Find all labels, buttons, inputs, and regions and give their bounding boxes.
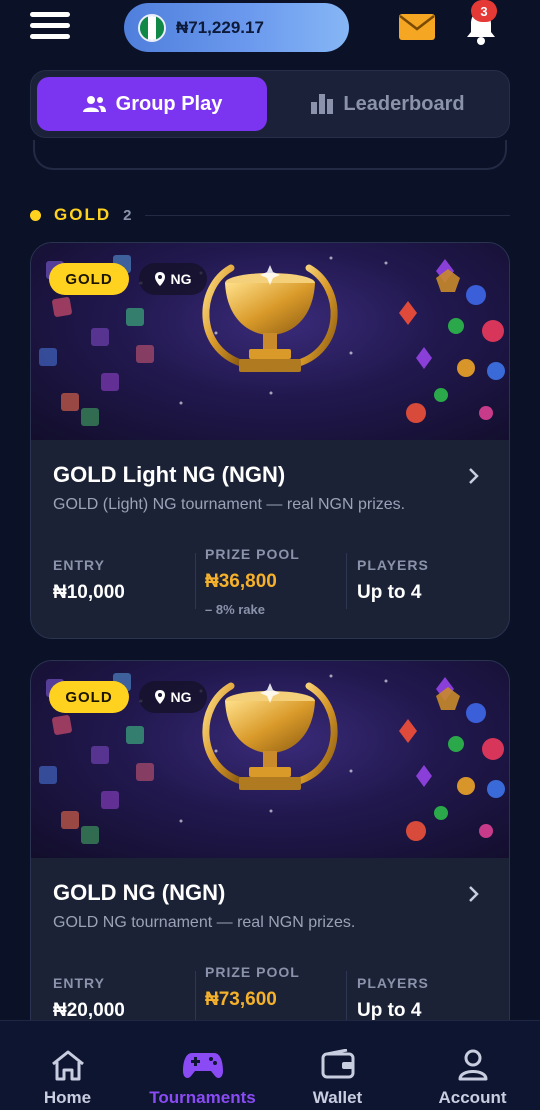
entry-value: ₦20,000 <box>53 1000 125 1021</box>
nav-home[interactable]: Home <box>0 1021 135 1110</box>
tier-badge: GOLD <box>49 681 129 713</box>
section-dot <box>30 209 41 221</box>
divider <box>145 214 510 216</box>
section-count: 2 <box>123 206 132 224</box>
prize-pool-label: PRIZE POOL <box>205 964 300 980</box>
rake-note: – 8% rake <box>205 602 265 617</box>
players-value: Up to 4 <box>357 582 422 603</box>
bottom-nav: Home Tournaments Wallet Account <box>0 1020 540 1110</box>
stat-divider <box>346 553 347 609</box>
tab-label: Leaderboard <box>343 92 465 115</box>
section-header: GOLD 2 <box>30 200 510 230</box>
prize-pool-value: ₦36,800 <box>205 571 277 592</box>
tier-badge: GOLD <box>49 263 129 295</box>
previous-card-edge <box>33 140 507 170</box>
tab-label: Group Play <box>115 92 223 115</box>
nav-label: Wallet <box>312 1088 363 1107</box>
top-bar: ₦71,229.17 3 <box>0 0 540 60</box>
players-value: Up to 4 <box>357 1000 422 1021</box>
entry-label: ENTRY <box>53 975 105 991</box>
location-badge: NG <box>139 263 207 295</box>
nav-label: Tournaments <box>149 1088 256 1107</box>
leaderboard-icon <box>311 94 334 114</box>
location-pin-icon <box>154 690 165 704</box>
nav-tournaments[interactable]: Tournaments <box>135 1021 270 1110</box>
group-icon <box>82 96 106 112</box>
entry-label: ENTRY <box>53 557 105 573</box>
chevron-right-icon[interactable] <box>467 884 481 904</box>
mail-icon[interactable] <box>398 12 436 42</box>
tab-bar: Group Play Leaderboard <box>30 70 510 138</box>
location-badge: NG <box>139 681 207 713</box>
card-body: GOLD Light NG (NGN) GOLD (Light) NG tour… <box>31 440 509 638</box>
menu-icon[interactable] <box>30 12 70 42</box>
tournament-title: GOLD NG (NGN) <box>53 880 226 905</box>
nav-label: Account <box>438 1088 507 1107</box>
players-label: PLAYERS <box>357 557 429 573</box>
balance-amount: ₦71,229.17 <box>176 17 264 37</box>
tab-leaderboard[interactable]: Leaderboard <box>271 77 505 131</box>
section-title: GOLD <box>54 205 112 224</box>
notification-badge: 3 <box>471 0 497 22</box>
wallet-icon <box>321 1049 354 1079</box>
stat-divider <box>195 971 196 1027</box>
location-label: NG <box>170 689 192 705</box>
wallet-balance-pill[interactable]: ₦71,229.17 <box>124 3 349 52</box>
nigeria-flag-icon <box>138 13 166 42</box>
gamepad-icon <box>182 1053 223 1079</box>
chevron-right-icon[interactable] <box>467 466 481 486</box>
tab-group-play[interactable]: Group Play <box>37 77 267 131</box>
nav-wallet[interactable]: Wallet <box>270 1021 405 1110</box>
prize-pool-label: PRIZE POOL <box>205 546 300 562</box>
nav-account[interactable]: Account <box>405 1021 540 1110</box>
entry-value: ₦10,000 <box>53 582 125 603</box>
location-label: NG <box>170 271 192 287</box>
user-icon <box>458 1049 487 1081</box>
prize-pool-value: ₦73,600 <box>205 989 277 1010</box>
tournament-title: GOLD Light NG (NGN) <box>53 462 286 487</box>
location-pin-icon <box>154 272 165 286</box>
tournament-card[interactable]: GOLD NG GOLD NG (NGN) GOLD NG tournament… <box>30 660 510 1057</box>
tournament-card[interactable]: GOLD NG GOLD Light NG (NGN) GOLD (Light)… <box>30 242 510 639</box>
home-icon <box>51 1050 84 1081</box>
nav-label: Home <box>43 1088 92 1107</box>
tournament-banner: GOLD NG <box>31 243 509 440</box>
tournament-description: GOLD (Light) NG tournament — real NGN pr… <box>53 496 406 513</box>
tournament-description: GOLD NG tournament — real NGN prizes. <box>53 914 356 931</box>
stat-divider <box>346 971 347 1027</box>
stat-divider <box>195 553 196 609</box>
tournament-banner: GOLD NG <box>31 661 509 858</box>
players-label: PLAYERS <box>357 975 429 991</box>
